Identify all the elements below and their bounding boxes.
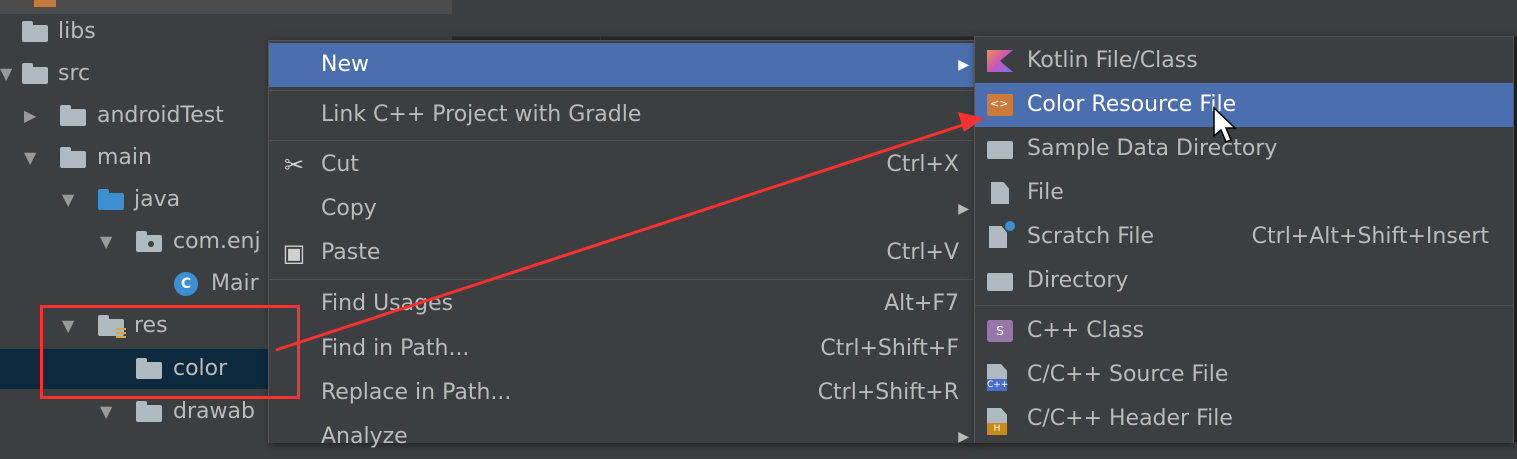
file-icon xyxy=(991,182,1009,204)
folder-icon xyxy=(34,0,56,7)
menu-item-label: Paste xyxy=(321,240,381,265)
submenu-item-label: Kotlin File/Class xyxy=(1027,48,1198,73)
tree-item-java[interactable]: ▼ java xyxy=(0,180,268,220)
submenu-item-label: Color Resource File xyxy=(1027,92,1237,117)
tree-item-label: Mair xyxy=(211,271,259,296)
expand-arrow-icon[interactable]: ▼ xyxy=(62,180,74,220)
folder-icon xyxy=(60,105,86,126)
menu-item-label: Analyze xyxy=(321,424,408,449)
new-submenu: Kotlin File/Class Color Resource File Sa… xyxy=(974,36,1514,443)
context-menu: New ▶ Link C++ Project with Gradle ✂ Cut… xyxy=(268,40,976,449)
tree-item-mainactivity[interactable]: C Mair xyxy=(0,264,268,304)
menu-item-shortcut: Alt+F7 xyxy=(884,291,959,316)
menu-item-replace-in-path[interactable]: Replace in Path... Ctrl+Shift+R xyxy=(269,371,975,415)
submenu-item-cpp-header-file[interactable]: H C/C++ Header File xyxy=(975,397,1513,441)
menu-separator xyxy=(269,90,975,91)
color-resource-icon xyxy=(987,94,1013,116)
menu-item-label: Replace in Path... xyxy=(321,380,512,405)
submenu-item-color-resource-file[interactable]: Color Resource File xyxy=(975,83,1513,127)
menu-item-find-usages[interactable]: Find Usages Alt+F7 xyxy=(269,282,975,326)
folder-icon xyxy=(987,273,1013,291)
tree-item-label: com.enj xyxy=(173,229,261,254)
scratch-badge-icon xyxy=(1005,221,1015,231)
menu-item-shortcut: Ctrl+X xyxy=(886,152,959,177)
folder-icon xyxy=(22,63,48,84)
menu-item-label: Link C++ Project with Gradle xyxy=(321,102,642,127)
menu-item-label: Cut xyxy=(321,152,359,177)
menu-separator xyxy=(269,279,975,280)
tree-item-label: main xyxy=(97,145,152,170)
scissors-icon: ✂ xyxy=(283,151,305,179)
submenu-separator xyxy=(975,305,1513,306)
menu-item-link-cpp-project[interactable]: Link C++ Project with Gradle xyxy=(269,93,975,137)
source-folder-icon xyxy=(98,189,124,210)
submenu-item-label: File xyxy=(1027,180,1064,205)
submenu-arrow-icon: ▶ xyxy=(958,201,969,217)
submenu-item-shortcut: Ctrl+Alt+Shift+Insert xyxy=(1251,224,1489,249)
menu-item-label: Find Usages xyxy=(321,291,454,316)
submenu-item-sample-data-directory[interactable]: Sample Data Directory xyxy=(975,127,1513,171)
menu-item-label: Find in Path... xyxy=(321,336,470,361)
menu-separator xyxy=(269,140,975,141)
submenu-arrow-icon: ▶ xyxy=(958,57,969,73)
folder-icon xyxy=(987,141,1013,159)
class-icon: C xyxy=(174,272,198,296)
folder-icon xyxy=(22,21,48,42)
cpp-class-icon: S xyxy=(987,320,1013,342)
menu-item-paste[interactable]: ▣ Paste Ctrl+V xyxy=(269,231,975,275)
menu-item-shortcut: Ctrl+Shift+R xyxy=(817,380,959,405)
annotation-highlight-box xyxy=(40,305,300,399)
package-icon xyxy=(136,231,162,252)
cpp-header-badge: H xyxy=(987,423,1007,435)
mouse-cursor-icon xyxy=(1213,106,1237,143)
submenu-item-label: C/C++ Header File xyxy=(1027,406,1233,431)
menu-item-label: New xyxy=(321,52,369,77)
menu-item-shortcut: Ctrl+Shift+F xyxy=(820,336,959,361)
menu-item-label: Copy xyxy=(321,196,377,221)
expand-arrow-icon[interactable]: ▼ xyxy=(24,138,36,178)
menu-item-analyze[interactable]: Analyze ▶ xyxy=(269,415,975,459)
submenu-item-label: Sample Data Directory xyxy=(1027,136,1278,161)
tree-item-label: libs xyxy=(58,19,96,44)
folder-icon xyxy=(60,147,86,168)
tree-item-libs[interactable]: libs xyxy=(0,12,268,52)
tree-item-main[interactable]: ▼ main xyxy=(0,138,268,178)
menu-item-cut[interactable]: ✂ Cut Ctrl+X xyxy=(269,143,975,187)
submenu-item-label: C++ Class xyxy=(1027,318,1145,343)
submenu-item-label: C/C++ Source File xyxy=(1027,362,1229,387)
folder-icon xyxy=(136,401,162,422)
tree-item-src[interactable]: ▼ src xyxy=(0,54,268,94)
submenu-item-kotlin-file[interactable]: Kotlin File/Class xyxy=(975,39,1513,83)
expand-arrow-icon[interactable]: ▼ xyxy=(0,54,12,94)
submenu-arrow-icon: ▶ xyxy=(958,429,969,445)
tree-item-package[interactable]: ▼ com.enj xyxy=(0,222,268,262)
cpp-source-badge: C++ xyxy=(987,379,1009,391)
menu-item-new[interactable]: New ▶ xyxy=(269,43,975,87)
editor-tab-strip xyxy=(452,0,1517,37)
scratch-file-icon xyxy=(989,226,1007,248)
submenu-item-directory[interactable]: Directory xyxy=(975,259,1513,303)
clipboard-icon: ▣ xyxy=(282,239,306,267)
menu-item-find-in-path[interactable]: Find in Path... Ctrl+Shift+F xyxy=(269,327,975,371)
submenu-item-label: Scratch File xyxy=(1027,224,1155,249)
collapse-arrow-icon[interactable]: ▶ xyxy=(24,96,36,136)
submenu-item-cpp-class[interactable]: S C++ Class xyxy=(975,309,1513,353)
tree-item-androidtest[interactable]: ▶ androidTest xyxy=(0,96,268,136)
tree-item-label: src xyxy=(58,61,91,86)
expand-arrow-icon[interactable]: ▼ xyxy=(100,222,112,262)
menu-item-copy[interactable]: Copy ▶ xyxy=(269,187,975,231)
submenu-item-file[interactable]: File xyxy=(975,171,1513,215)
tree-item-label: java xyxy=(134,187,181,212)
menu-item-shortcut: Ctrl+V xyxy=(886,240,959,265)
submenu-item-scratch-file[interactable]: Scratch File Ctrl+Alt+Shift+Insert xyxy=(975,215,1513,259)
kotlin-icon xyxy=(987,50,1013,72)
submenu-item-label: Directory xyxy=(1027,268,1129,293)
tree-item-label: androidTest xyxy=(97,103,224,128)
submenu-item-cpp-source-file[interactable]: C++ C/C++ Source File xyxy=(975,353,1513,397)
